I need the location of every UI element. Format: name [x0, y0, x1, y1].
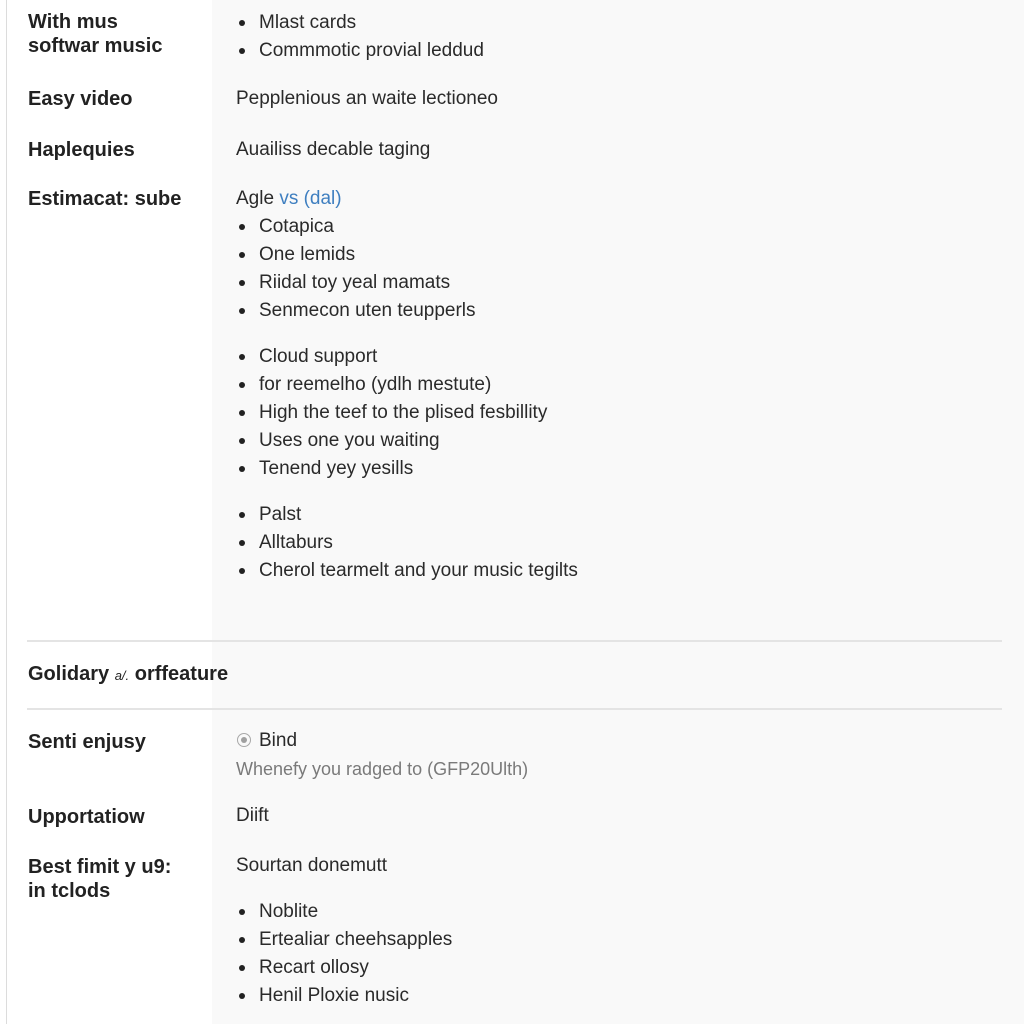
setting-value: Agle: [236, 188, 275, 209]
list-item: One lemids: [236, 241, 578, 269]
list-item: Noblite: [236, 898, 452, 926]
section-title: Golidary a/. orffeature: [28, 663, 229, 685]
list-item: Palst: [236, 501, 578, 529]
setting-label: Haplequies: [28, 139, 135, 161]
list-item: Alltaburs: [236, 529, 578, 557]
list-item: Commmotic provial leddud: [236, 37, 484, 65]
setting-value: Sourtan donemutt: [236, 855, 388, 876]
list-item: Cherol tearmelt and your music tegilts: [236, 557, 578, 585]
list-item: Senmecon uten teupperls: [236, 297, 578, 325]
radio-button-icon[interactable]: [237, 733, 251, 747]
list-item: Ertealiar cheehsapples: [236, 926, 452, 954]
list-item: Cloud support: [236, 343, 578, 371]
list-item: Cotapica: [236, 213, 578, 241]
settings-panel: With mus softwar music Mlast cards Commm…: [6, 0, 1024, 1024]
hint-text: Whenefy you radged to (GFP20Ulth): [236, 759, 529, 779]
list-item: Mlast cards: [236, 9, 484, 37]
list-item: for reemelho (ydlh mestute): [236, 371, 578, 399]
setting-label: Upportatiow: [28, 806, 145, 828]
bullet-list: Noblite Ertealiar cheehsapples Recart ol…: [236, 898, 452, 1010]
setting-label: Best fimit y u9: in tclods: [28, 856, 172, 902]
list-item: Recart ollosy: [236, 954, 452, 982]
bullet-list: Cloud support for reemelho (ydlh mestute…: [236, 343, 578, 483]
section-divider: [27, 708, 1002, 710]
list-item: High the teef to the plised fesbillity: [236, 399, 578, 427]
radio-label: Bind: [259, 730, 298, 751]
bullet-list: Mlast cards Commmotic provial leddud: [236, 9, 484, 65]
list-item: Riidal toy yeal mamats: [236, 269, 578, 297]
setting-label: Easy video: [28, 88, 133, 110]
value-link[interactable]: vs (dal): [279, 188, 341, 209]
bullet-list: Cotapica One lemids Riidal toy yeal mama…: [236, 213, 578, 325]
setting-value: Diift: [236, 805, 269, 826]
list-item: Tenend yey yesills: [236, 455, 578, 483]
setting-label: Estimacat: sube: [28, 188, 182, 210]
setting-label: With mus softwar music: [28, 11, 163, 57]
section-divider: [27, 640, 1002, 642]
radio-option-bind[interactable]: Bind: [236, 727, 528, 755]
list-item: Uses one you waiting: [236, 427, 578, 455]
bullet-list: Palst Alltaburs Cherol tearmelt and your…: [236, 501, 578, 585]
list-item: Henil Ploxie nusic: [236, 982, 452, 1010]
setting-label: Senti enjusy: [28, 731, 146, 753]
setting-value: Pepplenious an waite lectioneo: [236, 88, 498, 109]
setting-value: Auailiss decable taging: [236, 139, 431, 160]
